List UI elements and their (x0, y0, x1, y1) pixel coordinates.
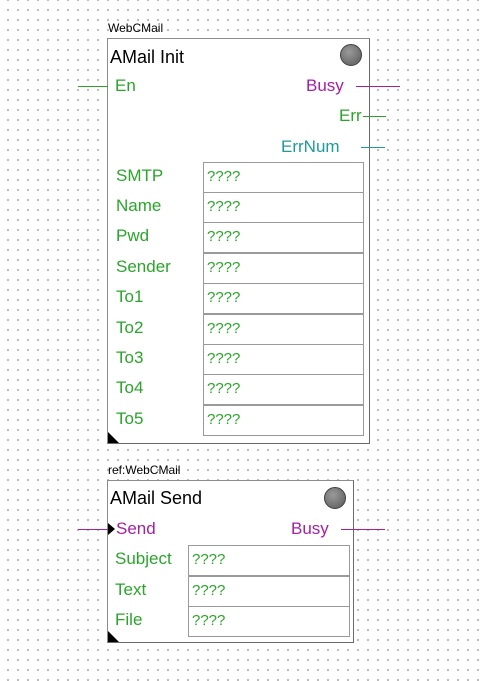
param-label-subject: Subject (115, 549, 172, 568)
block2-status-led-icon (324, 487, 346, 509)
param-field-to2[interactable]: ???? (203, 314, 364, 345)
send-input-wire[interactable] (78, 529, 108, 530)
block1-errnum-pin[interactable]: ErrNum (281, 137, 340, 157)
block1-err-output-wire[interactable] (363, 116, 386, 117)
param-label-smtp: SMTP (116, 166, 164, 185)
param-label-name: Name (116, 196, 162, 215)
param-label-to3: To3 (116, 348, 144, 367)
block2-busy-pin[interactable]: Busy (291, 519, 329, 539)
block2-send-pin[interactable]: Send (116, 519, 156, 539)
param-label-to1: To1 (116, 287, 144, 306)
block1-instance-name: WebCMail (108, 21, 164, 35)
param-label-to4: To4 (116, 378, 144, 397)
param-field-to1[interactable]: ???? (203, 283, 364, 314)
param-field-to5[interactable]: ???? (203, 405, 364, 436)
block1-err-pin[interactable]: Err (339, 106, 362, 126)
block1-en-pin[interactable]: En (115, 76, 136, 96)
block1-busy-pin[interactable]: Busy (306, 76, 344, 96)
block2-resize-corner-icon[interactable] (108, 631, 119, 642)
block2-busy-output-wire[interactable] (341, 529, 385, 530)
param-field-sender[interactable]: ???? (203, 253, 364, 284)
param-label-file: File (115, 610, 143, 629)
param-label-to5: To5 (116, 409, 144, 428)
param-label-sender: Sender (116, 257, 171, 276)
param-label-to2: To2 (116, 318, 144, 337)
block1-errnum-output-wire[interactable] (361, 147, 385, 148)
block1-busy-output-wire[interactable] (356, 86, 400, 87)
param-label-text: Text (115, 580, 147, 599)
en-input-wire[interactable] (78, 86, 108, 87)
block2-title: AMail Send (110, 488, 203, 508)
param-field-name[interactable]: ???? (203, 192, 364, 223)
block1-resize-corner-icon[interactable] (108, 432, 119, 443)
param-field-subject[interactable]: ???? (188, 545, 350, 576)
edge-trigger-arrow-icon (108, 523, 115, 535)
param-field-pwd[interactable]: ???? (203, 222, 364, 253)
param-label-pwd: Pwd (116, 226, 150, 245)
block2-instance-name: ref:WebCMail (108, 463, 181, 477)
param-field-smtp[interactable]: ???? (203, 162, 364, 193)
param-field-text[interactable]: ???? (188, 576, 350, 607)
param-field-file[interactable]: ???? (188, 606, 350, 637)
param-field-to3[interactable]: ???? (203, 344, 364, 375)
param-field-to4[interactable]: ???? (203, 374, 364, 405)
block1-status-led-icon (340, 44, 362, 66)
block1-title: AMail Init (110, 47, 185, 67)
